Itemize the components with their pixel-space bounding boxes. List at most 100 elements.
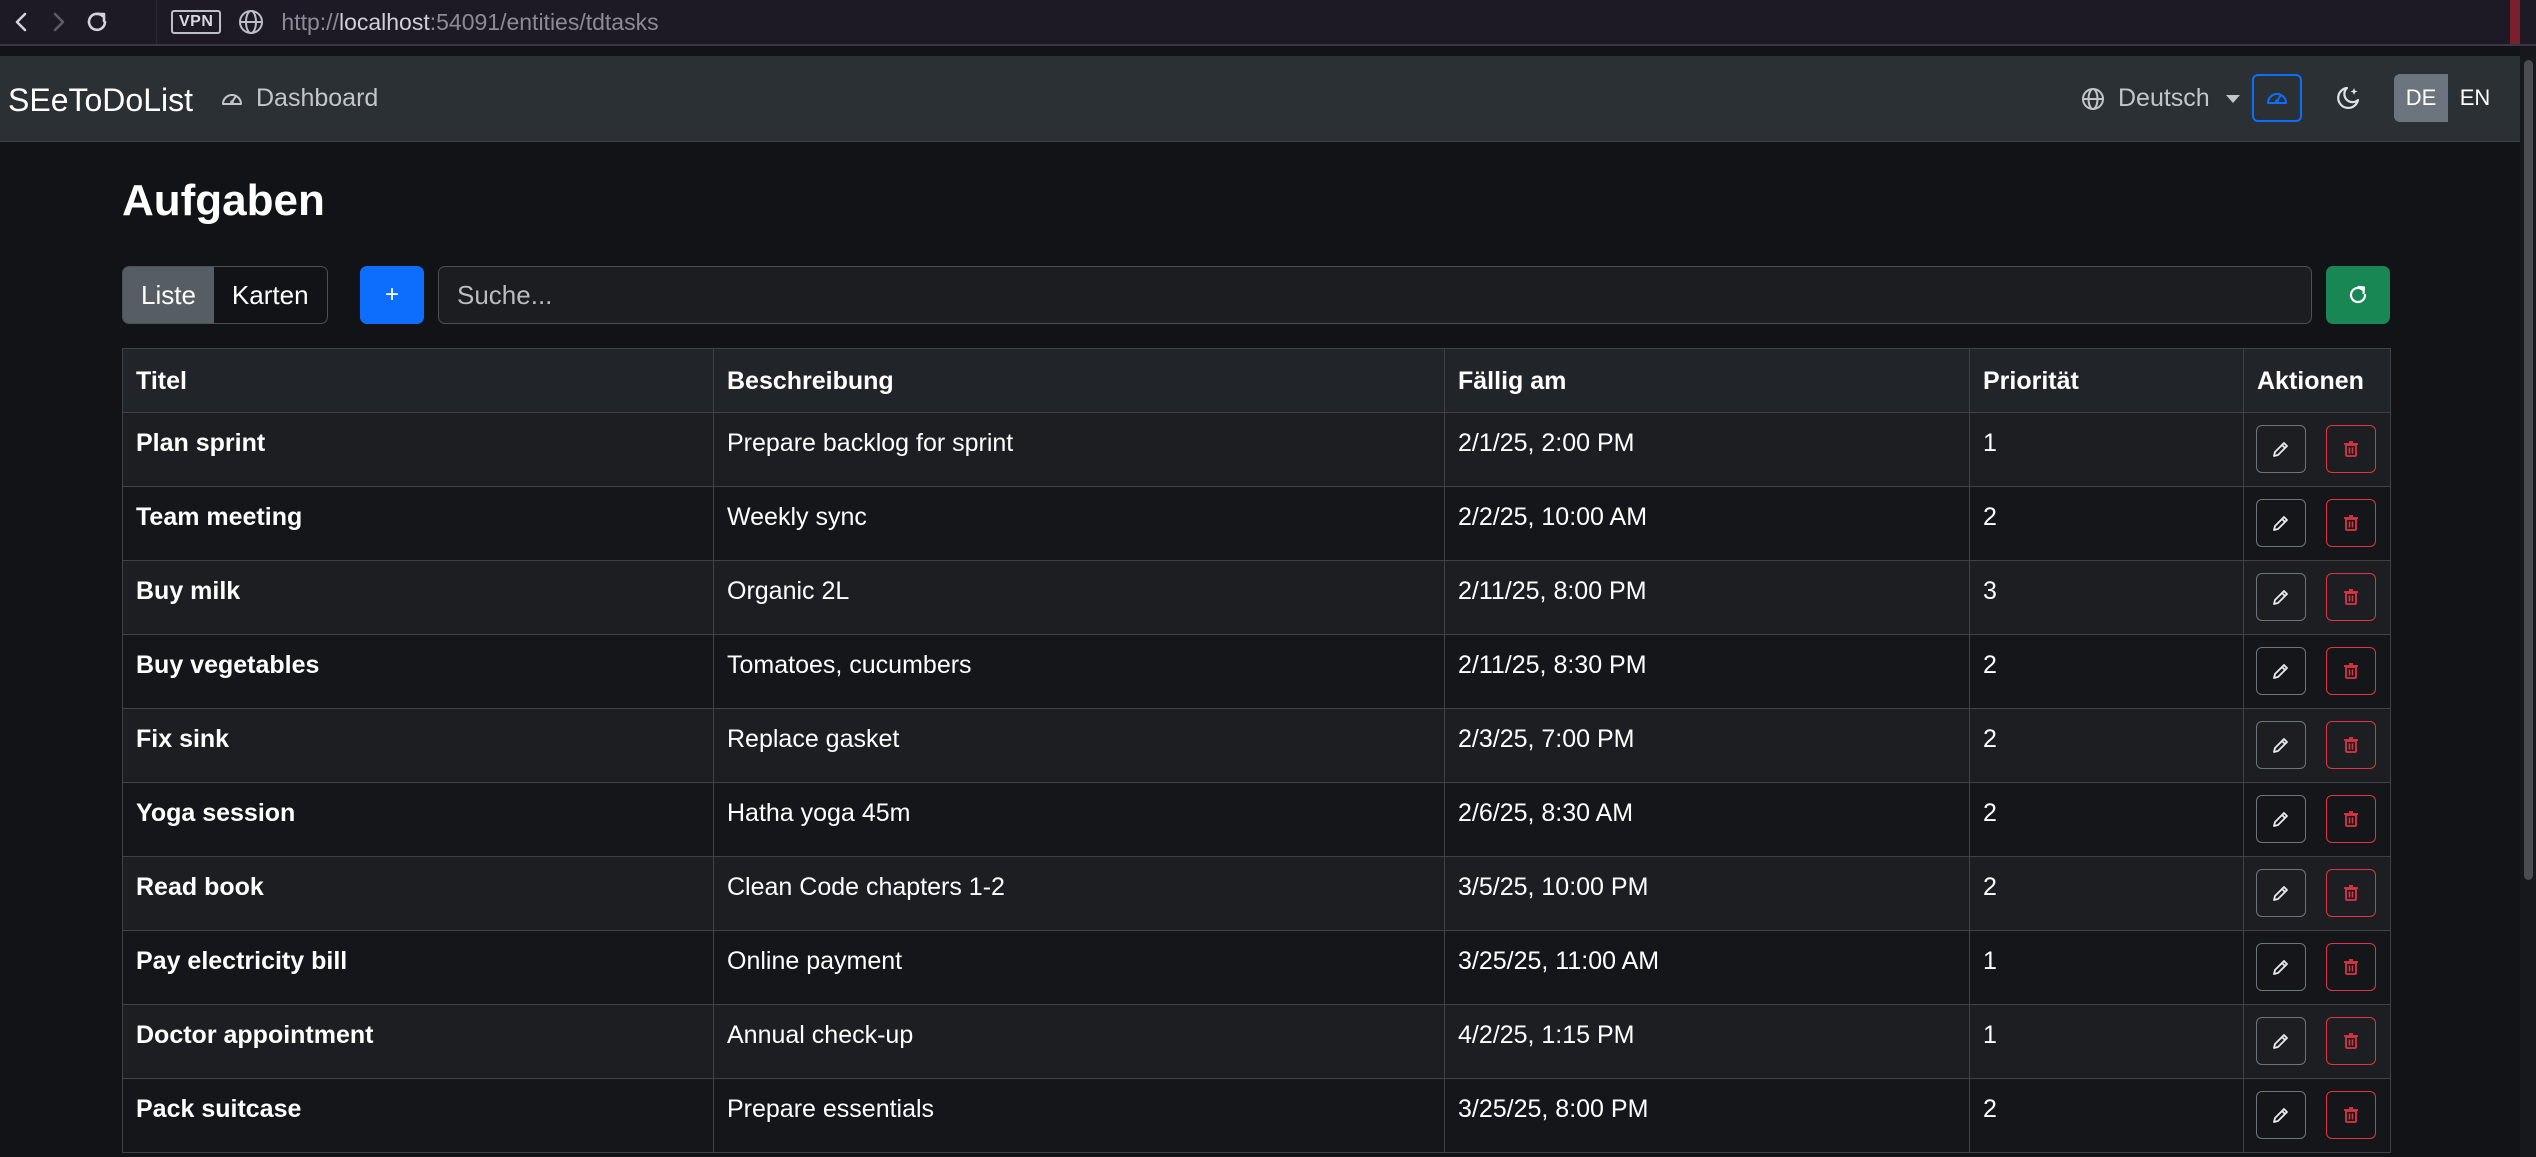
- edit-task-button[interactable]: [2256, 425, 2306, 473]
- brand-link[interactable]: SEeToDoList: [8, 82, 193, 119]
- delete-task-button[interactable]: [2326, 425, 2376, 473]
- edit-task-button[interactable]: [2256, 721, 2306, 769]
- table-row[interactable]: Plan sprint Prepare backlog for sprint 2/1…: [122, 412, 2391, 487]
- task-title: Read book: [122, 856, 714, 931]
- dashboard-button[interactable]: [2252, 74, 2302, 122]
- view-cards-button[interactable]: Karten: [214, 267, 327, 323]
- pencil-icon: [2271, 587, 2291, 607]
- task-description: Prepare essentials: [713, 1078, 1445, 1153]
- edit-task-button[interactable]: [2256, 795, 2306, 843]
- column-header-actions: Aktionen: [2243, 348, 2391, 413]
- task-title: Buy milk: [122, 560, 714, 635]
- table-row[interactable]: Yoga session Hatha yoga 45m 2/6/25, 8:30 A…: [122, 782, 2391, 857]
- task-due-date: 3/25/25, 11:00 AM: [1444, 930, 1970, 1005]
- table-row[interactable]: Read book Clean Code chapters 1-2 3/5/25, …: [122, 856, 2391, 931]
- task-due-date: 3/25/25, 8:00 PM: [1444, 1078, 1970, 1153]
- delete-task-button[interactable]: [2326, 1091, 2376, 1139]
- table-row[interactable]: Pay electricity bill Online payment 3/25/2…: [122, 930, 2391, 1005]
- delete-task-button[interactable]: [2326, 721, 2376, 769]
- delete-task-button[interactable]: [2326, 869, 2376, 917]
- page-title: Aufgaben: [122, 176, 325, 225]
- column-header-priority[interactable]: Priorität: [1969, 348, 2244, 413]
- address-bar[interactable]: VPN http://localhost:54091/entities/tdta…: [156, 0, 2506, 44]
- browser-toolbar: VPN http://localhost:54091/entities/tdta…: [0, 0, 2536, 46]
- task-actions: [2243, 560, 2391, 635]
- reload-icon[interactable]: [80, 2, 114, 42]
- task-due-date: 2/11/25, 8:00 PM: [1444, 560, 1970, 635]
- forward-icon[interactable]: [42, 2, 76, 42]
- task-description: Hatha yoga 45m: [713, 782, 1445, 857]
- trash-icon: [2341, 883, 2361, 903]
- refresh-button[interactable]: [2326, 266, 2390, 324]
- url-path: :54091/entities/tdtasks: [429, 8, 659, 35]
- speedometer-icon: [2265, 87, 2289, 109]
- task-actions: [2243, 856, 2391, 931]
- task-description: Annual check-up: [713, 1004, 1445, 1079]
- delete-task-button[interactable]: [2326, 943, 2376, 991]
- pencil-icon: [2271, 439, 2291, 459]
- caret-down-icon: [2225, 94, 2240, 103]
- pencil-icon: [2271, 883, 2291, 903]
- task-priority: 2: [1969, 486, 2244, 561]
- pencil-icon: [2271, 661, 2291, 681]
- task-actions: [2243, 486, 2391, 561]
- task-actions: [2243, 412, 2391, 487]
- trash-icon: [2341, 1031, 2361, 1051]
- back-icon[interactable]: [4, 2, 38, 42]
- vpn-badge[interactable]: VPN: [171, 10, 222, 34]
- language-dropdown[interactable]: Deutsch: [2080, 84, 2240, 113]
- task-due-date: 3/5/25, 10:00 PM: [1444, 856, 1970, 931]
- task-description: Weekly sync: [713, 486, 1445, 561]
- delete-task-button[interactable]: [2326, 795, 2376, 843]
- theme-toggle-button[interactable]: [2328, 78, 2368, 118]
- table-row[interactable]: Pack suitcase Prepare essentials 3/25/25, …: [122, 1078, 2391, 1153]
- nav-dashboard[interactable]: Dashboard: [220, 84, 378, 113]
- task-actions: [2243, 782, 2391, 857]
- edit-task-button[interactable]: [2256, 499, 2306, 547]
- task-priority: 2: [1969, 856, 2244, 931]
- search-input[interactable]: [438, 266, 2312, 324]
- trash-icon: [2341, 661, 2361, 681]
- trash-icon: [2341, 1105, 2361, 1125]
- pencil-icon: [2271, 1031, 2291, 1051]
- edit-task-button[interactable]: [2256, 647, 2306, 695]
- pencil-icon: [2271, 513, 2291, 533]
- trash-icon: [2341, 587, 2361, 607]
- task-due-date: 2/11/25, 8:30 PM: [1444, 634, 1970, 709]
- trash-icon: [2341, 513, 2361, 533]
- table-row[interactable]: Buy milk Organic 2L 2/11/25, 8:00 PM 3: [122, 560, 2391, 635]
- task-title: Team meeting: [122, 486, 714, 561]
- task-title: Pack suitcase: [122, 1078, 714, 1153]
- view-list-button[interactable]: Liste: [123, 267, 214, 323]
- task-description: Tomatoes, cucumbers: [713, 634, 1445, 709]
- language-switch: DE EN: [2394, 74, 2502, 122]
- url-text[interactable]: http://localhost:54091/entities/tdtasks: [281, 9, 658, 36]
- task-actions: [2243, 1078, 2391, 1153]
- moon-stars-icon: [2334, 84, 2362, 112]
- table-row[interactable]: Team meeting Weekly sync 2/2/25, 10:00 AM 2: [122, 486, 2391, 561]
- trash-icon: [2341, 439, 2361, 459]
- table-row[interactable]: Buy vegetables Tomatoes, cucumbers 2/11/25…: [122, 634, 2391, 709]
- delete-task-button[interactable]: [2326, 573, 2376, 621]
- scrollbar-thumb[interactable]: [2524, 60, 2533, 880]
- column-header-due[interactable]: Fällig am: [1444, 348, 1970, 413]
- edit-task-button[interactable]: [2256, 869, 2306, 917]
- table-row[interactable]: Fix sink Replace gasket 2/3/25, 7:00 PM 2: [122, 708, 2391, 783]
- edit-task-button[interactable]: [2256, 943, 2306, 991]
- column-header-title[interactable]: Titel: [122, 348, 714, 413]
- add-task-button[interactable]: +: [360, 266, 424, 324]
- task-description: Prepare backlog for sprint: [713, 412, 1445, 487]
- task-description: Organic 2L: [713, 560, 1445, 635]
- delete-task-button[interactable]: [2326, 647, 2376, 695]
- edit-task-button[interactable]: [2256, 1017, 2306, 1065]
- lang-de-button[interactable]: DE: [2394, 74, 2448, 122]
- delete-task-button[interactable]: [2326, 499, 2376, 547]
- column-header-description[interactable]: Beschreibung: [713, 348, 1445, 413]
- task-priority: 2: [1969, 1078, 2244, 1153]
- edit-task-button[interactable]: [2256, 1091, 2306, 1139]
- table-row[interactable]: Doctor appointment Annual check-up 4/2/25,…: [122, 1004, 2391, 1079]
- delete-task-button[interactable]: [2326, 1017, 2376, 1065]
- lang-en-button[interactable]: EN: [2448, 74, 2502, 122]
- view-toggle: Liste Karten: [122, 266, 328, 324]
- edit-task-button[interactable]: [2256, 573, 2306, 621]
